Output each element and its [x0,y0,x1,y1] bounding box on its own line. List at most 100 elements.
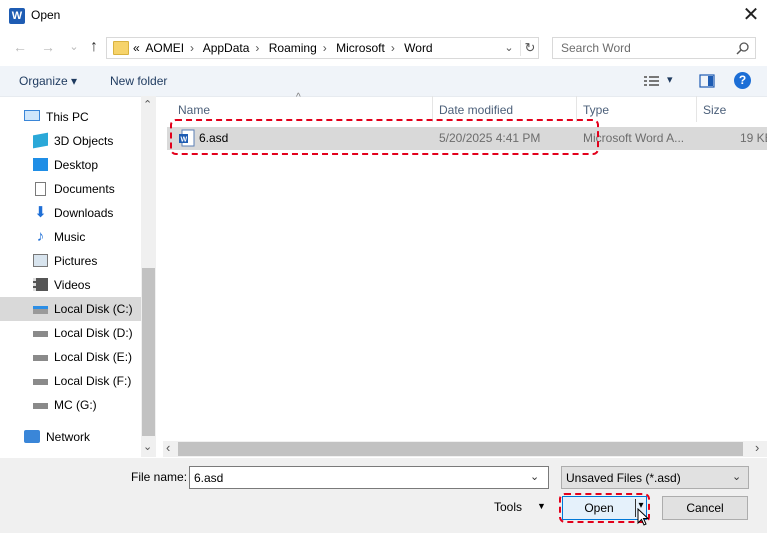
column-divider[interactable] [696,96,697,122]
sidebar-item-label: Local Disk (C:) [54,302,133,316]
breadcrumb-overflow[interactable]: « [133,41,140,55]
breadcrumb-appdata[interactable]: AppData [203,41,250,55]
folder-icon [113,41,129,55]
sidebar-item-label: Local Disk (E:) [54,350,133,364]
sidebar-item-label: Local Disk (F:) [54,374,132,388]
view-options-chevron-icon[interactable]: ▾ [667,73,673,86]
file-name-dropdown-icon[interactable]: ⌄ [530,470,539,483]
address-dropdown-icon[interactable]: ⌄ [501,40,517,56]
sidebar-item-pictures[interactable]: Pictures [0,249,141,273]
videos-icon [33,278,48,291]
sidebar-item-videos[interactable]: Videos [0,273,141,297]
mouse-cursor-icon [637,508,649,526]
view-options-icon[interactable] [643,74,661,88]
sidebar-item-network[interactable]: Network [0,425,141,449]
cancel-button[interactable]: Cancel [662,496,748,520]
desktop-icon [33,158,48,171]
up-button[interactable]: ↑ [84,37,104,57]
title-bar: W Open ✕ [0,0,767,32]
sidebar-item-label: Network [46,430,91,444]
sidebar-item-local-disk-d[interactable]: Local Disk (D:) [0,321,141,345]
file-type-value: Unsaved Files (*.asd) [566,471,681,485]
file-size: 19 KB [740,131,767,145]
drive-icon [33,355,48,361]
column-header-type[interactable]: Type [583,103,609,117]
sort-ascending-icon: ^ [296,92,301,103]
word-app-icon: W [9,8,25,24]
sidebar-item-label: MC (G:) [54,398,97,412]
scroll-right-icon[interactable]: › [755,440,759,455]
pictures-icon [33,254,48,267]
network-icon [24,430,40,443]
drive-icon [33,379,48,385]
tools-button[interactable]: Tools [494,500,522,514]
breadcrumb-word[interactable]: Word [404,41,432,55]
sidebar-item-label: Pictures [54,254,98,268]
sidebar-item-documents[interactable]: Documents [0,177,141,201]
scroll-up-icon[interactable]: ⌃ [143,98,152,111]
sidebar-item-label: 3D Objects [54,134,114,148]
back-button[interactable]: ← [10,37,30,57]
scroll-down-icon[interactable]: ⌄ [143,440,152,453]
column-header-size[interactable]: Size [703,103,726,117]
file-type-dropdown-icon[interactable]: ⌄ [732,470,741,483]
breadcrumb: « AOMEI › AppData › Roaming › Microsoft › Wo… [133,41,436,55]
sidebar-item-mc-g[interactable]: MC (G:) [0,393,141,417]
recent-locations-button[interactable]: ⌄ [64,37,84,57]
file-type-select[interactable]: Unsaved Files (*.asd) ⌄ [561,466,749,489]
drive-icon [33,403,48,409]
close-icon[interactable]: ✕ [740,4,762,26]
breadcrumb-roaming[interactable]: Roaming [269,41,317,55]
window-title: Open [31,8,61,22]
search-icon [736,42,749,55]
column-header-date[interactable]: Date modified [439,103,513,117]
breadcrumb-separator: › [390,41,395,55]
sidebar-item-this-pc[interactable]: This PC [0,105,141,129]
forward-button[interactable]: → [38,37,58,57]
address-bar[interactable]: « AOMEI › AppData › Roaming › Microsoft › Wo… [106,37,539,59]
navigation-pane: This PC 3D Objects Desktop Documents ⬇ D… [0,96,156,457]
documents-icon [35,182,46,196]
drive-icon [33,331,48,337]
preview-pane-icon[interactable] [699,74,715,88]
sidebar-item-local-disk-f[interactable]: Local Disk (F:) [0,369,141,393]
music-icon: ♪ [36,228,45,245]
cube-icon [33,132,48,149]
sidebar-item-label: Videos [54,278,91,292]
refresh-icon[interactable]: ↻ [520,40,539,56]
search-box[interactable]: Search Word [552,37,756,59]
tools-dropdown-icon[interactable]: ▼ [537,501,546,511]
new-folder-button[interactable]: New folder [110,74,167,88]
sidebar-item-label: Music [54,230,86,244]
sidebar-item-downloads[interactable]: ⬇ Downloads [0,201,141,225]
sidebar-item-music[interactable]: ♪ Music [0,225,141,249]
file-name-value: 6.asd [194,471,224,485]
sidebar-item-label: Documents [54,182,115,196]
breadcrumb-separator: › [322,41,327,55]
sidebar-item-3d-objects[interactable]: 3D Objects [0,129,141,153]
column-header-name[interactable]: Name [178,103,210,117]
breadcrumb-separator: › [190,41,195,55]
file-name-label: File name: [131,470,188,484]
scroll-left-icon[interactable]: ‹ [166,440,170,455]
search-placeholder[interactable]: Search Word [561,41,631,55]
sidebar-item-label: Desktop [54,158,99,172]
horizontal-scroll-thumb[interactable] [178,442,743,456]
download-icon: ⬇ [34,204,47,221]
help-icon[interactable]: ? [734,72,751,89]
breadcrumb-microsoft[interactable]: Microsoft [336,41,385,55]
sidebar-item-local-disk-c[interactable]: Local Disk (C:) [0,297,141,321]
sidebar-item-label: This PC [46,110,89,124]
sidebar-item-desktop[interactable]: Desktop [0,153,141,177]
sidebar-item-label: Local Disk (D:) [54,326,133,340]
file-name-field[interactable]: 6.asd ⌄ [189,466,549,489]
sidebar-item-label: Downloads [54,206,114,220]
organize-button[interactable]: Organize ▾ [19,74,77,88]
sidebar-item-local-disk-e[interactable]: Local Disk (E:) [0,345,141,369]
sidebar-scroll-thumb[interactable] [142,268,155,436]
pc-icon [24,110,40,121]
drive-icon [33,306,48,314]
breadcrumb-separator: › [255,41,260,55]
breadcrumb-aomei[interactable]: AOMEI [145,41,184,55]
file-row-highlight [170,119,599,155]
